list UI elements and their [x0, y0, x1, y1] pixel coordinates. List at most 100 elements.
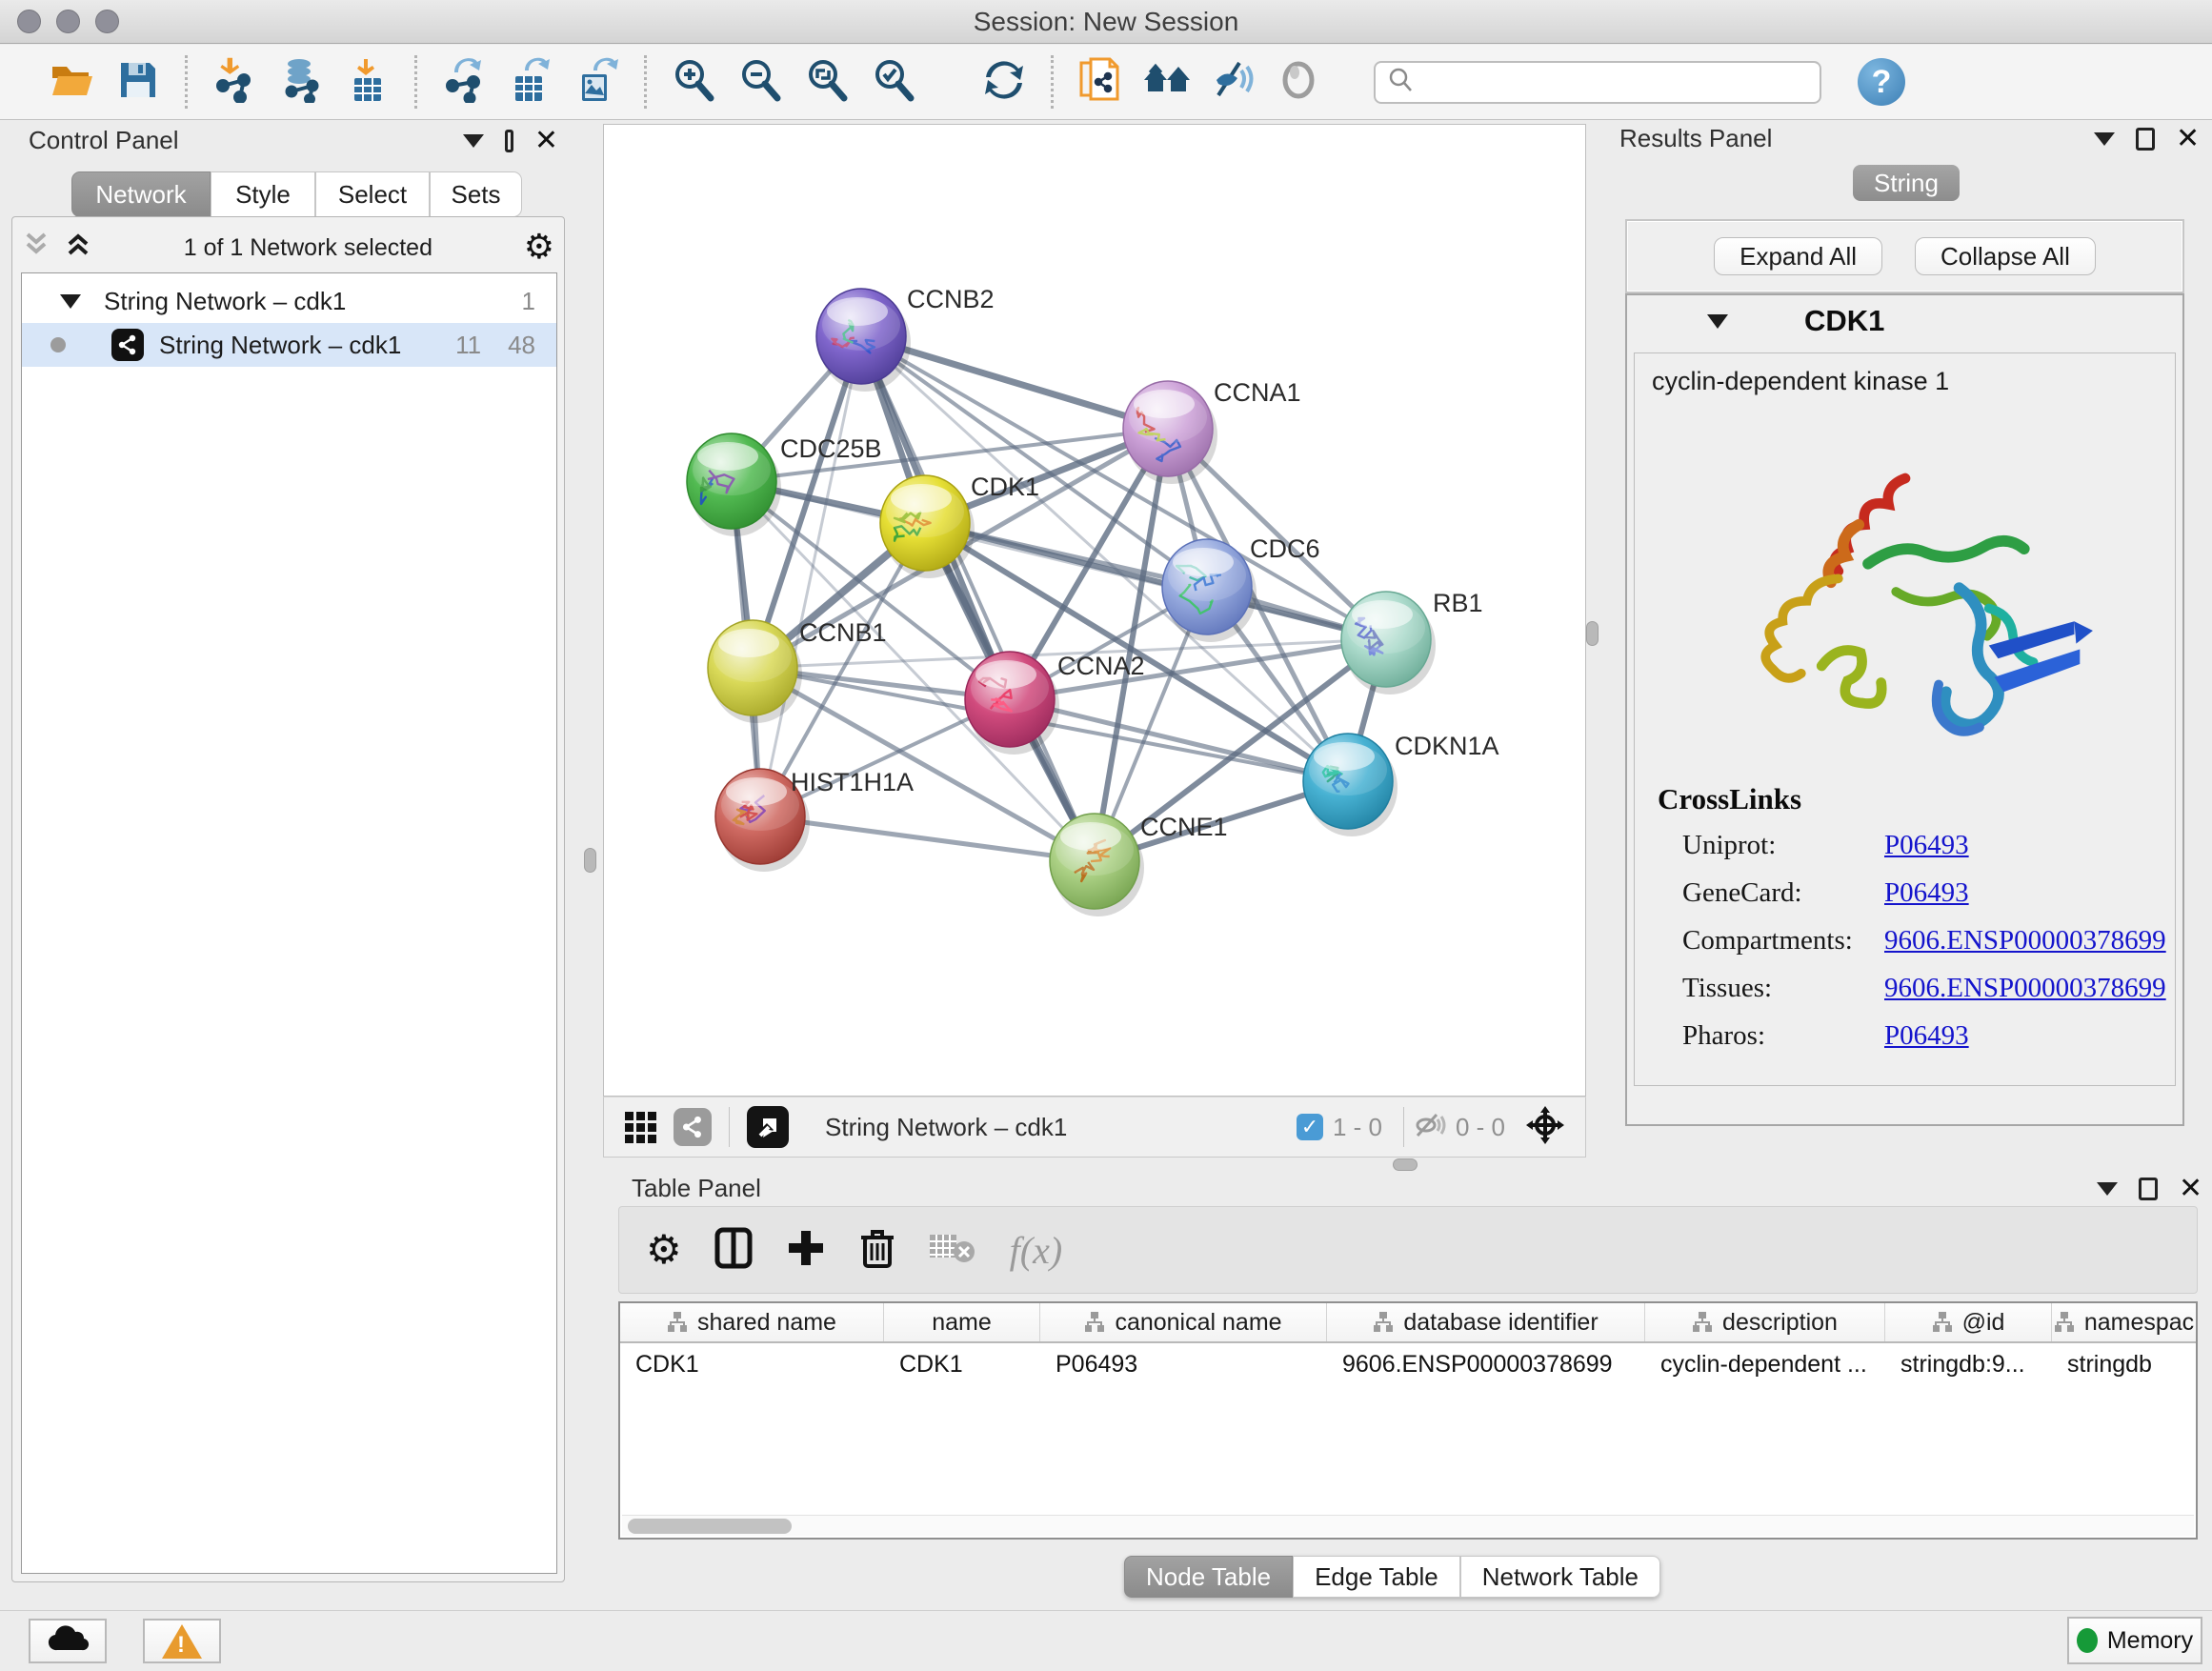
- memory-button[interactable]: Memory: [2067, 1617, 2202, 1664]
- main-toolbar: ?: [0, 45, 2212, 120]
- cell-id[interactable]: stringdb:9...: [1885, 1343, 2052, 1385]
- crosslink-row: Compartments: 9606.ENSP00000378699: [1658, 925, 2175, 956]
- zoom-selected-icon: [871, 57, 916, 108]
- hidden-eye-icon[interactable]: [1412, 1111, 1446, 1144]
- search-input[interactable]: [1414, 69, 1795, 95]
- network-row[interactable]: String Network – cdk1 11 48: [22, 323, 556, 367]
- right-splitter-handle[interactable]: [1586, 621, 1599, 646]
- cell-name[interactable]: CDK1: [884, 1343, 1040, 1385]
- expand-all-button[interactable]: Expand All: [1714, 237, 1882, 275]
- pan-crosshair-icon[interactable]: [1524, 1104, 1566, 1151]
- expand-all-networks-icon[interactable]: [64, 231, 92, 266]
- column-header[interactable]: namespac: [2052, 1303, 2196, 1341]
- tab-select[interactable]: Select: [315, 171, 430, 217]
- help-icon: ?: [1872, 64, 1892, 101]
- insert-column-icon[interactable]: [714, 1227, 753, 1274]
- scrollbar-thumb[interactable]: [628, 1519, 792, 1534]
- crosslink-pharos-link[interactable]: P06493: [1884, 1020, 1969, 1052]
- results-panel-float-icon[interactable]: [2136, 128, 2155, 151]
- maximize-window-button[interactable]: [95, 10, 119, 33]
- tab-network-table[interactable]: Network Table: [1460, 1556, 1660, 1598]
- selected-nodes-checkbox[interactable]: ✓: [1297, 1114, 1323, 1140]
- clone-network-button[interactable]: [1067, 50, 1134, 113]
- open-in-window-icon[interactable]: [747, 1106, 789, 1148]
- column-header[interactable]: canonical name: [1040, 1303, 1327, 1341]
- birdseye-grid-icon[interactable]: [625, 1112, 656, 1143]
- results-panel: Results Panel ✕ String Expand All Collap…: [1608, 124, 2202, 1153]
- results-panel-title: Results Panel: [1619, 124, 1772, 153]
- column-header[interactable]: description: [1645, 1303, 1885, 1341]
- node-section-header[interactable]: CDK1: [1627, 295, 2182, 347]
- tab-sets[interactable]: Sets: [430, 171, 522, 217]
- function-builder-icon[interactable]: f(x): [1010, 1228, 1063, 1273]
- help-button[interactable]: ?: [1858, 58, 1905, 106]
- crosslink-genecard-link[interactable]: P06493: [1884, 877, 1969, 909]
- network-collection-row[interactable]: String Network – cdk1 1: [22, 279, 556, 323]
- results-panel-menu-caret-icon[interactable]: [2094, 132, 2115, 146]
- refresh-button[interactable]: [971, 50, 1037, 113]
- zoom-selected-button[interactable]: [860, 50, 927, 113]
- collapse-all-button[interactable]: Collapse All: [1915, 237, 2096, 275]
- warnings-button[interactable]: [143, 1619, 221, 1663]
- column-header[interactable]: name: [884, 1303, 1040, 1341]
- table-horizontal-scrollbar[interactable]: [622, 1515, 2194, 1536]
- crosslink-compartments-link[interactable]: 9606.ENSP00000378699: [1884, 925, 2166, 956]
- add-row-icon[interactable]: [785, 1227, 827, 1274]
- crosslink-tissues-link[interactable]: 9606.ENSP00000378699: [1884, 973, 2166, 1004]
- collapse-all-networks-icon[interactable]: [22, 231, 50, 266]
- import-table-button[interactable]: [334, 50, 401, 113]
- delete-table-icon[interactable]: [928, 1231, 977, 1270]
- tab-string[interactable]: String: [1853, 165, 1960, 201]
- export-network-button[interactable]: [431, 50, 497, 113]
- column-header[interactable]: @id: [1885, 1303, 2052, 1341]
- tab-style[interactable]: Style: [211, 171, 315, 217]
- tab-edge-table[interactable]: Edge Table: [1293, 1556, 1460, 1598]
- network-overview-toggle-icon[interactable]: [674, 1108, 712, 1146]
- cell-canonical-name[interactable]: P06493: [1040, 1343, 1327, 1385]
- open-session-button[interactable]: [38, 50, 105, 113]
- control-panel-menu-caret-icon[interactable]: [463, 134, 484, 148]
- export-image-button[interactable]: [564, 50, 631, 113]
- import-network-database-button[interactable]: [268, 50, 334, 113]
- table-panel-menu-caret-icon[interactable]: [2097, 1182, 2118, 1196]
- network-options-gear-icon[interactable]: ⚙: [524, 231, 554, 265]
- close-window-button[interactable]: [17, 10, 41, 33]
- table-panel-float-icon[interactable]: [2139, 1178, 2158, 1200]
- zoom-out-button[interactable]: [727, 50, 794, 113]
- left-splitter-handle[interactable]: [584, 848, 596, 873]
- cell-description[interactable]: cyclin-dependent ...: [1645, 1343, 1885, 1385]
- cell-shared-name[interactable]: CDK1: [620, 1343, 884, 1385]
- collection-expand-icon[interactable]: [60, 294, 81, 309]
- inactive-eye-icon: [1279, 59, 1321, 106]
- crosslink-uniprot-link[interactable]: P06493: [1884, 830, 1969, 861]
- table-settings-icon[interactable]: ⚙: [646, 1233, 682, 1267]
- control-panel-float-icon[interactable]: [505, 130, 513, 152]
- cell-namespace[interactable]: stringdb: [2052, 1343, 2196, 1385]
- hidden-counts: 0 - 0: [1456, 1113, 1505, 1142]
- zoom-in-button[interactable]: [660, 50, 727, 113]
- cloud-button[interactable]: [29, 1619, 107, 1663]
- minimize-window-button[interactable]: [56, 10, 80, 33]
- export-table-button[interactable]: [497, 50, 564, 113]
- reset-home-button[interactable]: [1134, 50, 1200, 113]
- search-field[interactable]: [1374, 61, 1821, 104]
- tab-network[interactable]: Network: [71, 171, 211, 217]
- window-title: Session: New Session: [974, 7, 1239, 37]
- section-collapse-icon[interactable]: [1707, 314, 1728, 329]
- cell-database-identifier[interactable]: 9606.ENSP00000378699: [1327, 1343, 1645, 1385]
- show-hide-panel-button[interactable]: [1200, 50, 1267, 113]
- inactive-eye-button[interactable]: [1267, 50, 1334, 113]
- network-view-canvas[interactable]: CCNB2CCNA1CDC25BCDK1CDC6RB1CCNB1CCNA2CDK…: [603, 124, 1586, 1097]
- column-header[interactable]: shared name: [620, 1303, 884, 1341]
- zoom-fit-button[interactable]: [794, 50, 860, 113]
- control-panel-close-icon[interactable]: ✕: [534, 130, 558, 152]
- import-network-file-button[interactable]: [201, 50, 268, 113]
- delete-icon[interactable]: [859, 1226, 895, 1275]
- network-graph[interactable]: CCNB2CCNA1CDC25BCDK1CDC6RB1CCNB1CCNA2CDK…: [604, 125, 1585, 1096]
- tab-node-table[interactable]: Node Table: [1124, 1556, 1293, 1598]
- table-row[interactable]: CDK1 CDK1 P06493 9606.ENSP00000378699 cy…: [620, 1343, 2196, 1385]
- results-panel-close-icon[interactable]: ✕: [2176, 128, 2200, 151]
- table-panel-close-icon[interactable]: ✕: [2179, 1178, 2202, 1200]
- save-session-button[interactable]: [105, 50, 171, 113]
- column-header[interactable]: database identifier: [1327, 1303, 1645, 1341]
